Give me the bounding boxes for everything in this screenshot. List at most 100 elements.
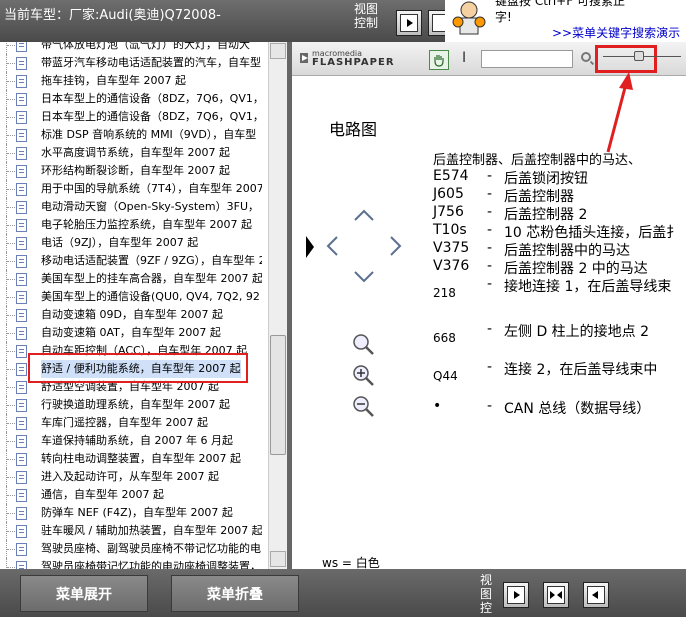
legend-desc: 后盖控制器 2 中的马达 <box>504 261 648 277</box>
zoom-out-icon[interactable] <box>352 395 376 419</box>
tree-item[interactable]: 带蓝牙汽车移动电话适配装置的汽车，自车型 <box>0 54 262 72</box>
scroll-up-button[interactable] <box>270 43 286 59</box>
tree-item-label: 电动滑动天窗（Open-Sky-System）3FU， <box>41 200 259 213</box>
document-icon <box>16 561 27 569</box>
tree-item[interactable]: 电话（9ZJ），自车型年 2007 起 <box>0 234 262 252</box>
tree-scrollbar[interactable] <box>268 42 287 569</box>
tree-item-label: 驻车暖风 / 辅助加热装置，自车型年 2007 起 <box>41 524 262 537</box>
tree-item[interactable]: 标准 DSP 音响系统的 MMI（9VD），自车型 <box>0 126 262 144</box>
legend-dash: - <box>487 321 493 337</box>
document-icon <box>16 471 27 484</box>
text-select-tool[interactable]: I <box>462 50 466 66</box>
tree-connector <box>6 144 16 162</box>
zoom-in-icon[interactable] <box>352 364 376 388</box>
tree-connector <box>6 42 16 54</box>
tree-item[interactable]: 自动变速箱 0AT，自车型年 2007 起 <box>0 324 262 342</box>
document-icon <box>16 309 27 322</box>
tree-item-label: 美国车型上的挂车高合器，自车型年 2007 起 <box>41 272 262 285</box>
tree-item[interactable]: 电子轮胎压力监控系统，自车型年 2007 起 <box>0 216 262 234</box>
view-right-pane-button[interactable] <box>503 582 529 608</box>
search-icon[interactable] <box>581 52 591 62</box>
tree-item[interactable]: 日本车型上的通信设备（8DZ，7Q6，QV1， <box>0 90 262 108</box>
zoom-fit-icon[interactable] <box>352 333 376 357</box>
tree-item-label: 行驶换道助理系统，自车型年 2007 起 <box>41 398 230 411</box>
selection-annotation-box <box>28 353 248 383</box>
bottom-bar: 菜单展开 菜单折叠 视图控 <box>0 569 686 617</box>
document-icon <box>16 399 27 412</box>
search-input[interactable] <box>481 50 573 68</box>
view-next-icon <box>400 14 418 32</box>
tree-item-label: 车道保持辅助系统，自 2007 年 6 月起 <box>41 434 233 447</box>
tree-item[interactable]: 移动电话适配装置（9ZF / 9ZG），自车型年 2 <box>0 252 262 270</box>
menu-expand-button[interactable]: 菜单展开 <box>20 575 148 612</box>
tree-item[interactable]: 进入及起动许可，从车型年 2007 起 <box>0 468 262 486</box>
scroll-thumb[interactable] <box>270 335 286 455</box>
tree-item[interactable]: 拖车挂钩，自车型年 2007 起 <box>0 72 262 90</box>
view-next-button[interactable] <box>396 10 422 36</box>
zoom-slider[interactable] <box>595 45 686 73</box>
tree-item[interactable]: 美国车型上的挂车高合器，自车型年 2007 起 <box>0 270 262 288</box>
tree-item[interactable]: 用于中国的导航系统（7T4），自车型年 2007 <box>0 180 262 198</box>
tree-item[interactable]: 驾驶员座椅带记忆功能的电动座椅调整装置， <box>0 558 262 569</box>
tree-item[interactable]: 环形结构断裂诊断，自车型年 2007 起 <box>0 162 262 180</box>
legend-code: E574 <box>433 168 469 184</box>
tree-item[interactable]: 防弹车 NEF (F4Z)，自车型年 2007 起 <box>0 504 262 522</box>
view-control-label-bottom: 视图控 <box>480 573 493 615</box>
page-expand-arrow-icon[interactable] <box>306 236 314 258</box>
tree-item[interactable]: 带气体放电灯泡（氙气灯）的大灯，自动大 <box>0 42 262 54</box>
legend-row: 668 - 左侧 D 柱上的接地点 2 <box>433 321 686 345</box>
view-right-icon <box>507 586 525 604</box>
legend-dash: - <box>487 222 493 238</box>
document-icon <box>16 543 27 556</box>
legend-dash: - <box>487 398 493 414</box>
hand-tool-button[interactable] <box>429 50 449 70</box>
legend-row: V376 - 后盖控制器 2 中的马达 <box>433 258 686 277</box>
tree-connector <box>6 108 16 126</box>
zoom-thumb[interactable] <box>634 51 644 61</box>
tree-item[interactable]: 行驶换道助理系统，自车型年 2007 起 <box>0 396 262 414</box>
menu-collapse-button[interactable]: 菜单折叠 <box>171 575 299 612</box>
pan-arrows-icon[interactable] <box>325 206 403 286</box>
tree-item[interactable]: 日本车型上的通信设备（8DZ，7Q6，QV1， <box>0 108 262 126</box>
ad-text-line2: 字! <box>495 10 512 24</box>
tree-item[interactable]: 驾驶员座椅、副驾驶员座椅不带记忆功能的电 <box>0 540 262 558</box>
tree-item-label: 水平高度调节系统，自车型年 2007 起 <box>41 146 230 159</box>
tree-item[interactable]: 美国车型上的通信设备(QU0, QV4, 7Q2, 92 <box>0 288 262 306</box>
document-icon <box>16 165 27 178</box>
view-control-label: 视图控制 <box>353 2 378 30</box>
tree-item-label: 带蓝牙汽车移动电话适配装置的汽车，自车型 <box>41 56 261 69</box>
document-icon <box>16 42 27 52</box>
tree-item[interactable]: 通信，自车型年 2007 起 <box>0 486 262 504</box>
tree-connector <box>6 396 16 414</box>
view-split-button[interactable] <box>543 582 569 608</box>
tree-item[interactable]: 转向柱电动调整装置，自车型年 2007 起 <box>0 450 262 468</box>
view-left-pane-button[interactable] <box>583 582 609 608</box>
ad-search-demo-link[interactable]: >>菜单关键字搜索演示 <box>552 24 680 41</box>
logo-product-text: FLASHPAPER <box>312 57 395 68</box>
tree-connector <box>6 432 16 450</box>
tree-item-label: 驾驶员座椅带记忆功能的电动座椅调整装置， <box>41 560 261 569</box>
tree-item[interactable]: 车道保持辅助系统，自 2007 年 6 月起 <box>0 432 262 450</box>
document-icon <box>16 237 27 250</box>
tree-item[interactable]: 自动变速箱 09D，自车型年 2007 起 <box>0 306 262 324</box>
document-icon <box>16 147 27 160</box>
hand-icon <box>434 55 444 67</box>
legend-desc: 后盖控制器 <box>504 189 574 205</box>
current-car-label: 当前车型：厂家:Audi(奥迪)Q72008- <box>4 8 221 23</box>
ad-banner[interactable]: 键盘按 Ctrl+F 可搜索正 字! >>菜单关键字搜索演示 <box>445 0 686 42</box>
tree-connector <box>6 252 16 270</box>
doc-title: 电路图 <box>329 120 378 139</box>
scroll-down-button[interactable] <box>270 551 286 567</box>
tree-connector <box>6 504 16 522</box>
tree-item[interactable]: 电动滑动天窗（Open-Sky-System）3FU， <box>0 198 262 216</box>
legend-code: J756 <box>433 204 464 220</box>
legend-code: 218 <box>433 286 456 300</box>
top-bar: 当前车型：厂家:Audi(奥迪)Q72008- 视图控制 键盘按 Ctrl+F … <box>0 0 686 42</box>
tree-connector <box>6 378 16 396</box>
tree-item-label: 美国车型上的通信设备(QU0, QV4, 7Q2, 92 <box>41 290 260 303</box>
document-icon <box>16 435 27 448</box>
tree-item[interactable]: 驻车暖风 / 辅助加热装置，自车型年 2007 起 <box>0 522 262 540</box>
ad-text-line1: 键盘按 Ctrl+F 可搜索正 <box>495 0 625 8</box>
tree-item[interactable]: 车库门遥控器，自车型年 2007 起 <box>0 414 262 432</box>
tree-item[interactable]: 水平高度调节系统，自车型年 2007 起 <box>0 144 262 162</box>
